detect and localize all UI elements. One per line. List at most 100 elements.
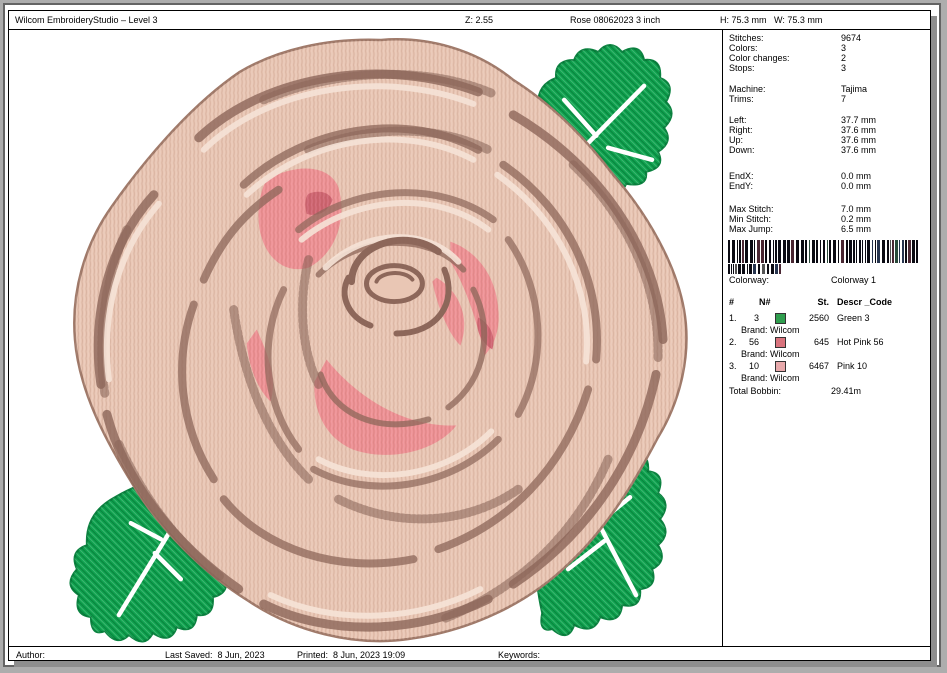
thread-stitch-count: 6467 <box>787 361 829 372</box>
col-header-needle: N# <box>759 297 771 307</box>
header-bar: Wilcom EmbroideryStudio – Level 3 Z: 2.5… <box>9 11 930 30</box>
barcode-bar <box>865 240 866 263</box>
thread-color-swatch <box>775 337 786 348</box>
stat-group: Machine: Tajima Trims: 7 <box>723 84 930 104</box>
barcode-bar <box>773 240 774 263</box>
barcode-bar <box>862 240 863 263</box>
colorway-value: Colorway 1 <box>831 275 876 285</box>
stat-row: Max Stitch:7.0 mm <box>723 204 930 214</box>
barcode-bar <box>823 240 825 263</box>
thread-row-number: 3. <box>729 361 737 372</box>
footer-bar: Author: Last Saved: 8 Jun, 2023 Printed:… <box>9 646 930 660</box>
barcode-bar <box>733 264 734 274</box>
stat-row: EndY:0.0 mm <box>723 181 930 191</box>
barcode-bar <box>916 240 918 263</box>
stat-group: Max Stitch:7.0 mmMin Stitch:0.2 mmMax Ju… <box>723 204 930 234</box>
stat-value: 37.6 mm <box>841 135 876 145</box>
barcode-bar <box>809 240 810 263</box>
barcode-bar <box>882 240 885 263</box>
stat-value: 3 <box>841 63 846 73</box>
stat-value: 37.6 mm <box>841 125 876 135</box>
barcode-bar <box>739 240 741 263</box>
thread-row-number: 2. <box>729 337 737 348</box>
stat-label: Stops: <box>729 63 755 73</box>
col-header-descr-code: Descr _Code <box>837 297 892 307</box>
stat-row: Trims: 7 <box>723 94 930 104</box>
last-saved: Last Saved: 8 Jun, 2023 <box>165 650 265 660</box>
thread-color-name: Green 3 <box>837 313 870 324</box>
barcode-bar <box>737 240 738 263</box>
stat-label: Machine: <box>729 84 766 94</box>
thread-brand-label: Brand: Wilcom <box>741 373 800 384</box>
stat-label: EndY: <box>729 181 753 191</box>
printed: Printed: 8 Jun, 2023 19:09 <box>297 650 405 660</box>
barcode-bar <box>728 264 730 274</box>
colorway-row: Colorway: Colorway 1 <box>723 275 930 286</box>
barcode-bar <box>742 264 745 274</box>
stat-group: Left:37.7 mmRight:37.6 mmUp:37.6 mmDown:… <box>723 115 930 155</box>
barcode-bar <box>765 240 767 263</box>
barcode-bar <box>747 264 748 274</box>
barcode-bar <box>775 240 777 263</box>
barcode-bar <box>853 240 855 263</box>
barcode-bar <box>895 240 898 263</box>
barcode-bar <box>827 240 828 263</box>
stat-row: EndX:0.0 mm <box>723 171 930 181</box>
barcode-bar <box>778 240 781 263</box>
barcode-bar <box>820 240 821 263</box>
stat-label: Stitches: <box>729 33 764 43</box>
barcode-bar <box>787 240 790 263</box>
stat-row: Left:37.7 mm <box>723 115 930 125</box>
stat-value: Tajima <box>841 84 867 94</box>
barcode-bar <box>728 240 730 263</box>
barcode-bar <box>735 264 737 274</box>
thread-row: 2.56645Hot Pink 56 <box>723 337 930 349</box>
barcode-bar <box>833 240 836 263</box>
barcode-bar <box>859 240 861 263</box>
stat-row: Min Stitch:0.2 mm <box>723 214 930 224</box>
thread-needle-number: 10 <box>737 361 759 372</box>
stat-value: 2 <box>841 53 846 63</box>
barcode-bar <box>731 264 732 274</box>
stat-value: 7 <box>841 94 846 104</box>
thread-color-swatch <box>775 313 786 324</box>
thread-color-name: Pink 10 <box>837 361 867 372</box>
barcode-bar <box>905 240 907 263</box>
thread-row: 3.10 6467 Pink 10 <box>723 361 930 373</box>
stat-group: Stitches:9674Colors:3Color changes: 2 Stop… <box>723 33 930 73</box>
barcode-bar <box>902 240 904 263</box>
barcode <box>728 240 920 263</box>
stat-row: Color changes: 2 <box>723 53 930 63</box>
stat-label: Down: <box>729 145 755 155</box>
stat-row: Stitches:9674 <box>723 33 930 43</box>
thread-stitch-count: 2560 <box>787 313 829 324</box>
barcode-bar <box>754 240 755 263</box>
stat-label: Trims: <box>729 94 754 104</box>
thread-needle-number: 3 <box>737 313 759 324</box>
stat-row: Colors:3 <box>723 43 930 53</box>
barcode-bar <box>875 240 876 263</box>
barcode-bar <box>838 240 839 263</box>
details-panel: Stitches:9674Colors:3Color changes: 2 Stop… <box>722 30 930 646</box>
barcode-bar <box>846 240 848 263</box>
total-bobbin-value: 29.41m <box>831 386 861 396</box>
app-title: Wilcom EmbroideryStudio – Level 3 <box>15 15 158 25</box>
barcode-bar <box>912 240 915 263</box>
stat-label: Max Stitch: <box>729 204 774 214</box>
stat-label: Right: <box>729 125 753 135</box>
barcode-bar <box>769 240 771 263</box>
barcode-bar <box>775 264 778 274</box>
barcode-bar <box>761 240 764 263</box>
thread-color-swatch <box>775 361 786 372</box>
thread-brand: Brand: Wilcom <box>723 325 930 337</box>
barcode-bar <box>779 264 781 274</box>
stat-row: Max Jump:6.5 mm <box>723 224 930 234</box>
barcode-bar <box>750 240 753 263</box>
stat-label: Color changes: <box>729 53 790 63</box>
barcode-bar <box>872 240 873 263</box>
barcode-bar <box>767 264 769 274</box>
barcode-bar <box>867 240 870 263</box>
design-canvas[interactable] <box>9 30 722 646</box>
barcode-bar <box>783 240 786 263</box>
barcode-bar <box>899 240 900 263</box>
